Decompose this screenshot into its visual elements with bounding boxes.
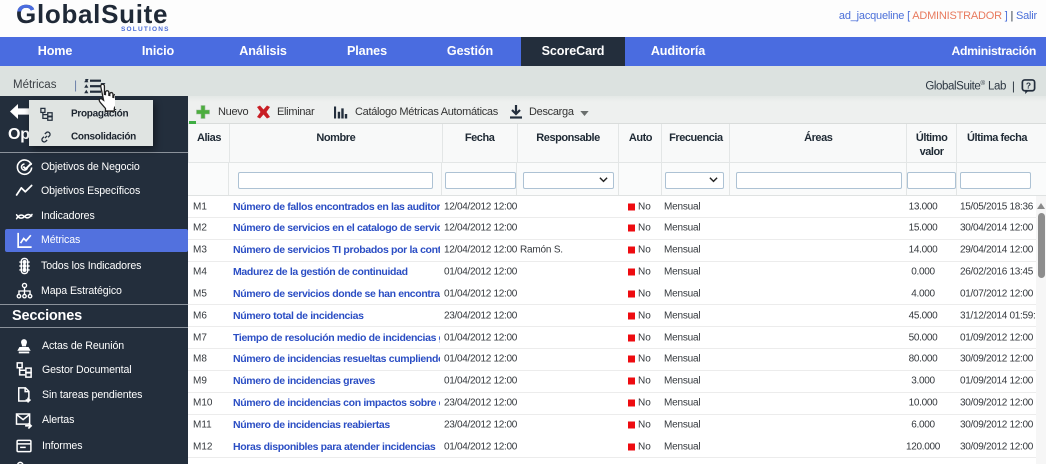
svg-text:?: ?: [1026, 80, 1031, 90]
